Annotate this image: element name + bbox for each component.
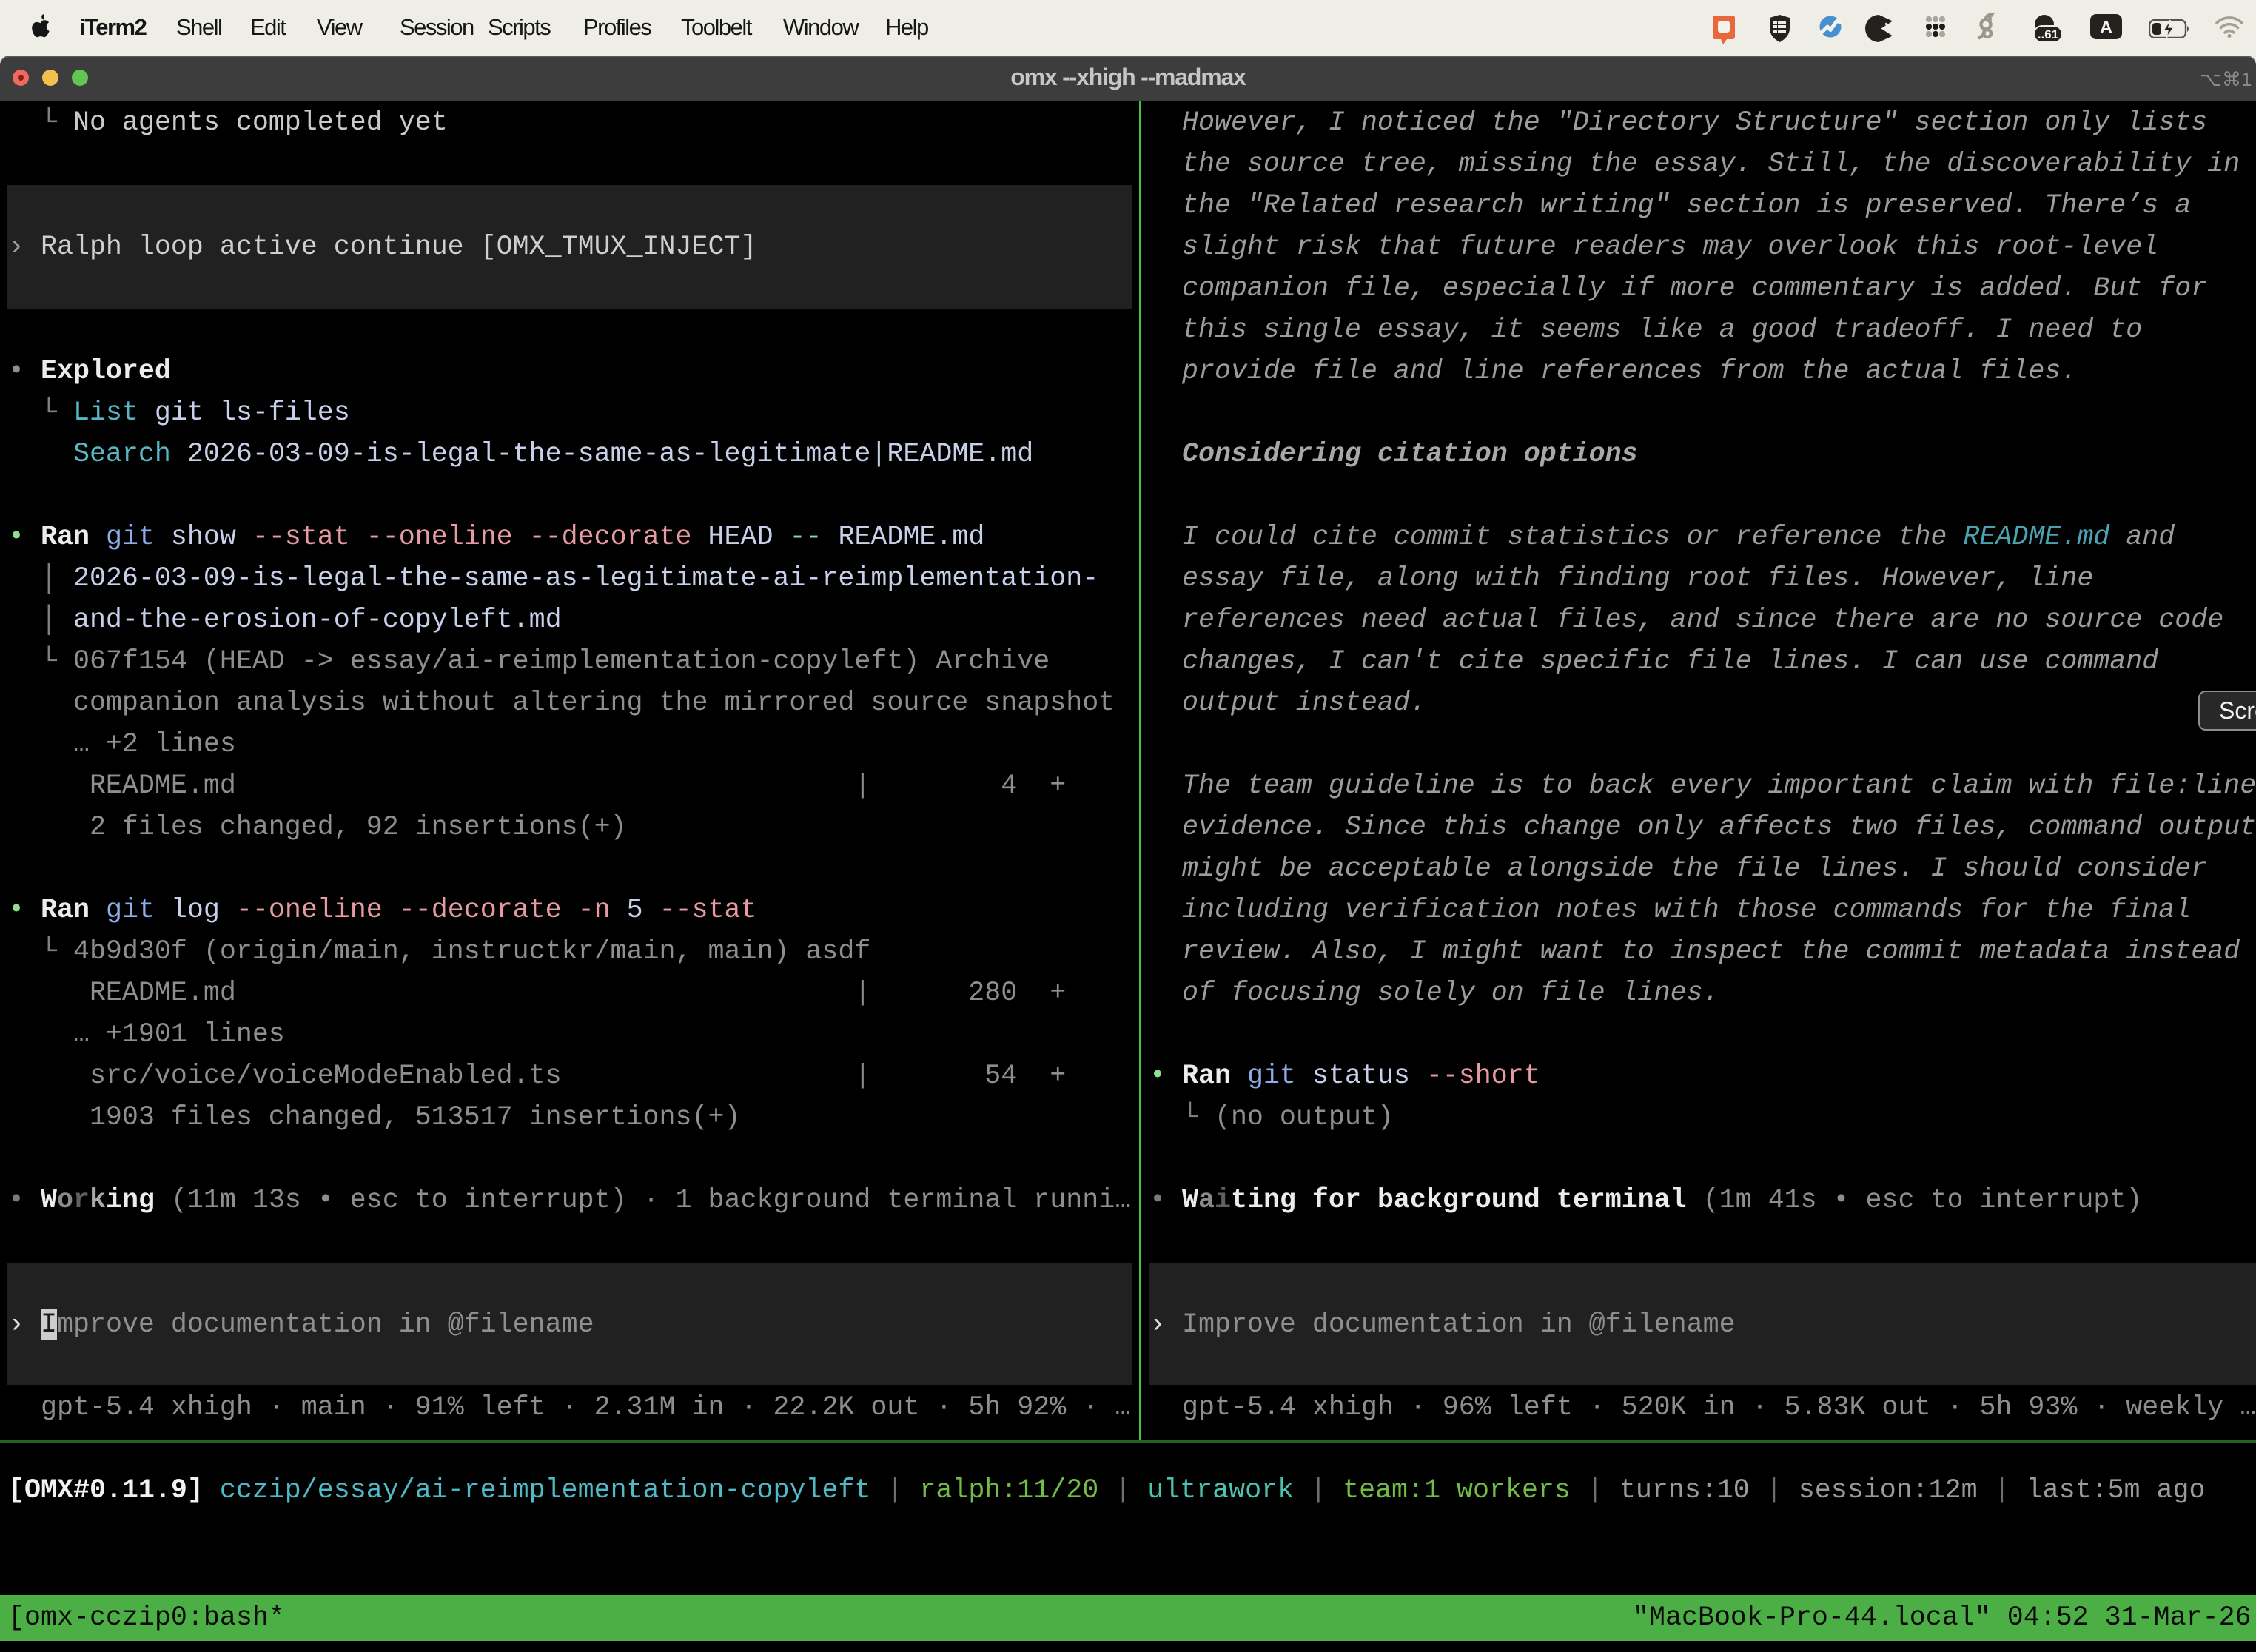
svg-text:A: A	[2100, 18, 2112, 38]
svg-text:..61: ..61	[2038, 27, 2058, 41]
